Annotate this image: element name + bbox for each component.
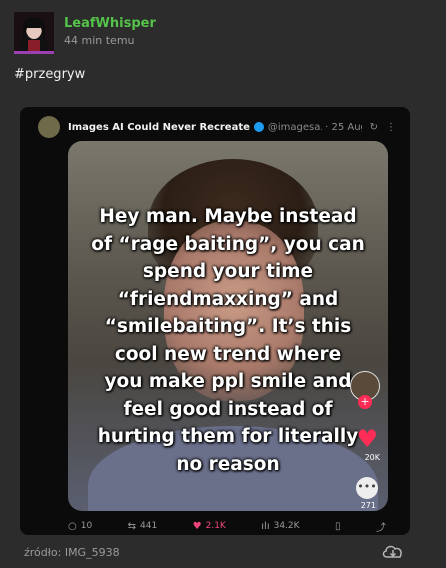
overlay-line: hurting them for literally xyxy=(97,426,359,447)
overlay-line: no reason xyxy=(176,453,280,475)
tiktok-comment-count: 271 xyxy=(360,501,376,510)
overlay-line: “smilebaiting”. It’s this xyxy=(104,316,352,337)
like-count: 2.1K xyxy=(205,521,226,531)
username[interactable]: LeafWhisper xyxy=(64,16,156,32)
views-button[interactable]: ılı 34.2K xyxy=(261,521,299,532)
like-button[interactable]: ♥ 2.1K xyxy=(193,521,226,532)
repost-count: 441 xyxy=(140,521,158,531)
post-source: źródło: IMG_5938 xyxy=(24,546,120,559)
cloud-download-icon xyxy=(382,545,402,558)
overlay-line: of “rage baiting”, you can xyxy=(91,233,365,255)
views-icon: ılı xyxy=(261,520,270,532)
tiktok-heart-count: 20K xyxy=(364,453,380,462)
tweet-date: · 25 Aug xyxy=(325,121,362,133)
overlay-line: spend your time xyxy=(142,261,314,282)
post-header: LeafWhisper 44 min temu xyxy=(14,12,156,58)
overlay-line: you make ppl smile and xyxy=(104,371,352,392)
share-button[interactable]: ⤴ xyxy=(376,519,386,534)
tiktok-comment-icon: ••• xyxy=(356,477,378,499)
repost-button[interactable]: ⇆ 441 xyxy=(128,521,158,532)
reply-icon: ○ xyxy=(68,520,77,532)
verified-icon xyxy=(253,122,264,132)
tweet-handle: @imagesa... xyxy=(267,121,322,133)
user-avatar[interactable] xyxy=(14,12,54,54)
follow-plus-icon: + xyxy=(358,395,372,409)
tweet-author-name[interactable]: Images AI Could Never Recreate xyxy=(68,122,250,133)
bookmark-button[interactable]: ▯ xyxy=(335,521,341,532)
tiktok-heart-icon: ♥ xyxy=(356,425,378,453)
more-options-icon[interactable]: ⋮ xyxy=(386,122,396,133)
bookmark-icon: ▯ xyxy=(335,520,341,532)
overlay-line: cool new trend where xyxy=(114,343,342,365)
post-tag[interactable]: #przegryw xyxy=(14,67,85,82)
embedded-tweet[interactable]: Images AI Could Never Recreate @imagesa.… xyxy=(20,107,410,535)
overlay-line: Hey man. Maybe instead xyxy=(99,206,357,227)
tweet-image[interactable]: Hey man. Maybe instead of “rage baiting”… xyxy=(68,141,388,511)
tweet-avatar[interactable] xyxy=(38,116,60,138)
views-count: 34.2K xyxy=(273,521,300,531)
share-icon: ⤴ xyxy=(375,522,386,534)
download-button[interactable] xyxy=(381,542,405,560)
tweet-header: Images AI Could Never Recreate @imagesa.… xyxy=(38,115,396,139)
refresh-icon: ↻ xyxy=(369,121,378,133)
repost-icon: ⇆ xyxy=(127,520,137,532)
image-overlay-text: Hey man. Maybe instead of “rage baiting”… xyxy=(68,203,388,478)
heart-icon: ♥ xyxy=(192,520,202,532)
reply-count: 10 xyxy=(80,521,93,531)
avatar-illustration xyxy=(20,17,48,51)
tweet-actions: ○ 10 ⇆ 441 ♥ 2.1K ılı 34.2K ▯ ⤴ xyxy=(68,519,386,534)
overlay-line: feel good instead of xyxy=(123,398,333,420)
post-time: 44 min temu xyxy=(64,34,135,47)
reply-button[interactable]: ○ 10 xyxy=(68,521,92,532)
overlay-line: “friendmaxxing” and xyxy=(117,288,339,310)
